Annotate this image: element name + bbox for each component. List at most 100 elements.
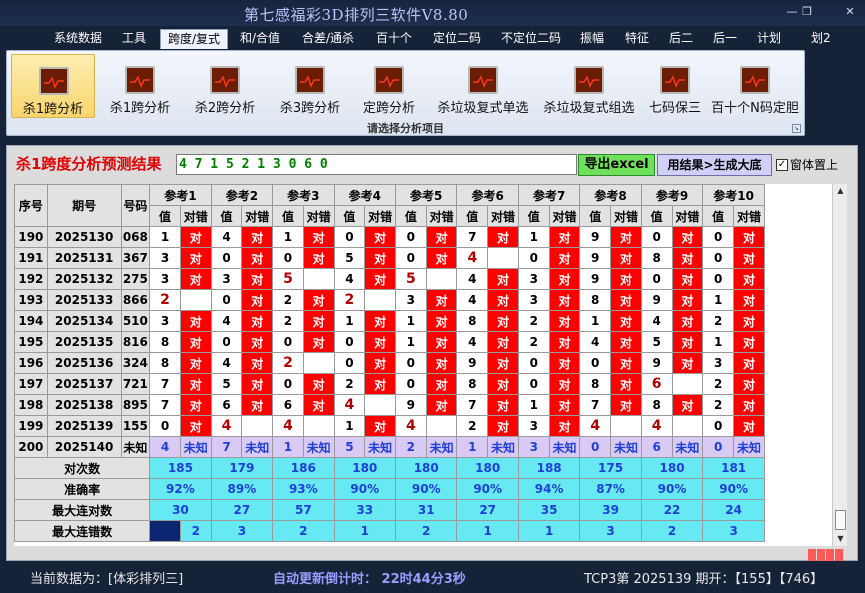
topmost-toggle[interactable]: ✓ 窗体置上 [776,154,838,174]
stats-value: 188 [517,457,581,479]
table-row[interactable]: 195 2025135 816 8 对 0 对 0 对 0 对 1 对 4 对 2 对 4 对 5 对 1 对 [14,331,766,353]
ribbon-seven-three[interactable]: 七码保三 [643,54,707,118]
cell-judge-hit: 对 [732,373,766,395]
cell-seq: 199 [14,415,48,437]
menu-sum-diff[interactable]: 合差/通杀 [302,29,354,49]
cell-value: 0 [702,226,734,248]
header-ref[interactable]: 参考2 [210,184,274,206]
cell-number: 895 [120,394,151,416]
cell-value: 2 [333,289,366,311]
header-period[interactable]: 期号 [46,184,122,227]
menu-position-two[interactable]: 定位二码 [433,29,481,49]
table-row[interactable]: 194 2025134 510 3 对 4 对 2 对 1 对 1 对 8 对 2 对 1 对 4 对 2 对 [14,310,766,332]
chart-icon [740,66,770,94]
expand-icon[interactable]: ↘ [792,124,801,133]
header-value: 值 [702,205,734,227]
table-row[interactable]: 191 2025131 367 3 对 0 对 0 对 5 对 0 对 4 0 对 9 对 8 对 0 对 [14,247,766,269]
stats-label: 最大连对数 [14,499,151,521]
cell-judge-miss [671,415,704,437]
table-row[interactable]: 196 2025136 324 8 对 4 对 2 0 对 0 对 9 对 0 对 0 对 9 对 3 对 [14,352,766,374]
menu-plan2[interactable]: 划2 [811,29,831,49]
cell-value: 4 [395,415,427,437]
ribbon-kill2-span[interactable]: 杀2跨分析 [183,54,267,118]
header-ref[interactable]: 参考1 [149,184,212,206]
scroll-down-icon[interactable]: ▼ [833,532,848,546]
stats-label: 对次数 [14,457,151,479]
stats-value: 39 [579,499,642,521]
vertical-scrollbar[interactable]: ▲ ▼ [832,184,847,546]
cell-judge-hit: 对 [610,373,642,395]
ribbon-group-label: 请选择分析项目 [367,122,444,135]
cell-judge-hit: 对 [425,331,458,353]
ribbon-junk-group[interactable]: 杀垃圾复式组选 [537,54,641,118]
header-ref[interactable]: 参考7 [517,184,581,206]
app-title: 第七感福彩3D排列三软件V8.80 [244,6,469,24]
menu-last-one[interactable]: 后一 [713,29,737,49]
menu-amplitude[interactable]: 振幅 [580,29,604,49]
header-ref[interactable]: 参考5 [394,184,458,206]
scroll-up-icon[interactable]: ▲ [833,184,848,198]
cell-value: 4 [579,331,612,353]
cell-value: 2 [456,415,489,437]
topmost-checkbox[interactable]: ✓ [776,158,788,171]
menu-features[interactable]: 特征 [625,29,649,49]
cell-seq: 197 [14,373,48,395]
cell-seq: 196 [14,352,48,374]
pending-row[interactable]: 200 2025140 未知 4 未知 7 未知 1 未知 5 未知 2 未知 1 未知 3 未知 0 未知 6 未知 0… [14,436,766,458]
result-values-field[interactable]: 4 7 1 5 2 1 3 0 6 0 [176,154,577,175]
header-seq[interactable]: 序号 [14,184,48,227]
menu-last-two[interactable]: 后二 [669,29,693,49]
ribbon-n-code[interactable]: 百十个N码定胆 [707,54,803,118]
cell-pending-judge: 未知 [302,436,335,458]
ribbon-kill1-span[interactable]: 杀1跨分析 [98,54,182,118]
selected-cell[interactable] [149,520,181,542]
cell-value: 2 [517,331,550,353]
close-button[interactable]: ✕ [840,4,860,20]
cell-judge-hit: 对 [610,310,642,332]
cell-value: 0 [272,373,304,395]
menu-span-compound[interactable]: 跨度/复式 [160,29,228,49]
generate-base-button[interactable]: 用结果>生成大底 [657,154,772,176]
cell-value: 7 [456,226,489,248]
stats-value: 33 [333,499,397,521]
header-ref[interactable]: 参考10 [702,184,765,206]
ribbon-kill1-span-active[interactable]: 杀1跨分析 [11,54,95,118]
header-ref[interactable]: 参考8 [579,184,642,206]
ribbon-kill3-span[interactable]: 杀3跨分析 [268,54,352,118]
header-ref[interactable]: 参考9 [640,184,704,206]
table-row[interactable]: 193 2025133 866 2 0 对 2 对 2 3 对 4 对 3 对 8 对 9 对 1 对 [14,289,766,311]
header-number[interactable]: 号码 [120,184,151,227]
scroll-thumb[interactable] [835,510,846,530]
cell-pending-value: 2 [395,436,427,458]
cell-judge-hit: 对 [241,394,274,416]
header-ref[interactable]: 参考4 [333,184,397,206]
header-ref[interactable]: 参考6 [456,184,519,206]
ribbon-junk-single[interactable]: 杀垃圾复式单选 [430,54,536,118]
restore-button[interactable]: ❐ [797,4,817,20]
menu-unposition-two[interactable]: 不定位二码 [501,29,561,49]
stats-value: 180 [640,457,704,479]
analysis-panel: 杀1跨度分析预测结果 4 7 1 5 2 1 3 0 6 0 导出excel 用… [6,145,858,561]
table-row[interactable]: 197 2025137 721 7 对 5 对 0 对 2 对 0 对 8 对 0 对 8 对 6 2 对 [14,373,766,395]
header-ref[interactable]: 参考3 [272,184,335,206]
table-row[interactable]: 190 2025130 068 1 对 4 对 1 对 0 对 0 对 7 对 1 对 9 对 0 对 0 对 [14,226,766,248]
menu-digits[interactable]: 百十个 [376,29,412,49]
table-row[interactable]: 198 2025138 895 7 对 6 对 6 对 4 9 对 7 对 1 对 7 对 8 对 2 对 [14,394,766,416]
cell-pending-value: 7 [210,436,243,458]
menu-tools[interactable]: 工具 [122,29,146,49]
export-excel-button[interactable]: 导出excel [578,154,655,176]
cell-value: 7 [579,394,612,416]
cell-value: 0 [333,331,366,353]
table-row[interactable]: 199 2025139 155 0 对 4 4 1 对 4 2 对 3 对 4 4 0 对 [14,415,766,437]
menu-plan[interactable]: 计划 [757,29,781,49]
cell-value: 0 [210,331,243,353]
menu-sum[interactable]: 和/合值 [240,29,280,49]
menu-system-data[interactable]: 系统数据 [54,29,102,49]
ribbon-fixed-span[interactable]: 定跨分析 [353,54,425,118]
cell-value: 4 [333,268,366,290]
cell-judge-hit: 对 [732,310,766,332]
stats-value: 27 [456,499,519,521]
header-judge: 对错 [241,205,274,227]
status-pip [808,549,816,561]
table-row[interactable]: 192 2025132 275 3 对 3 对 5 4 对 5 4 对 3 对 9 对 0 对 0 对 [14,268,766,290]
